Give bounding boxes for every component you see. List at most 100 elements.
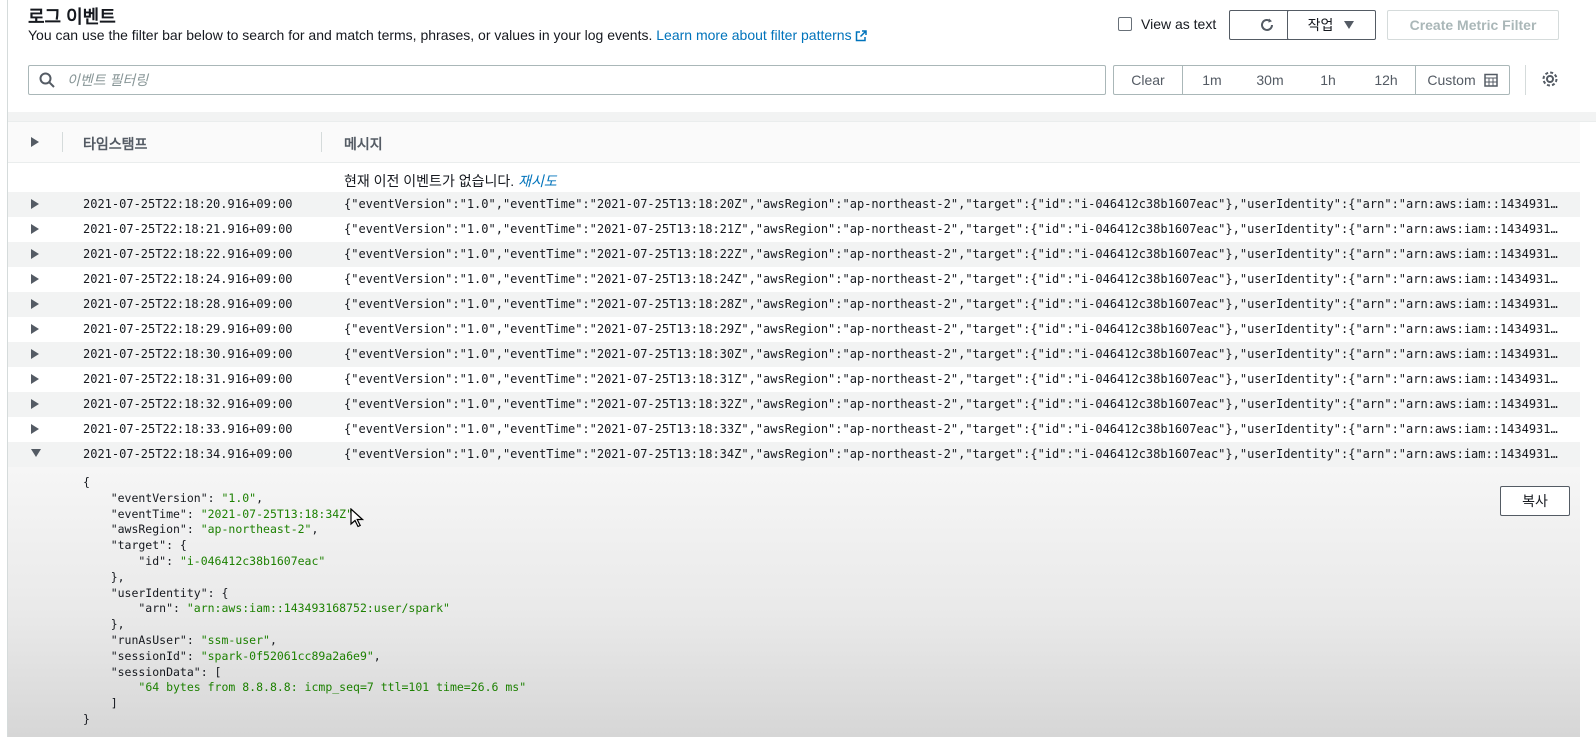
json-line: "eventTime": "2021-07-25T13:18:34Z", [83,507,526,523]
column-divider [321,132,322,152]
json-token: "userIdentity": { [83,585,229,600]
json-string-value: "ssm-user" [200,632,270,647]
event-filter-input[interactable] [65,71,1105,89]
notice-text: 현재 이전 이벤트가 없습니다. [344,173,515,189]
learn-more-link[interactable]: Learn more about filter patterns [656,27,867,43]
json-token: }, [83,569,125,584]
row-message: {"eventVersion":"1.0","eventTime":"2021-… [344,247,1564,261]
expand-all-icon[interactable] [31,137,39,147]
json-line: "eventVersion": "1.0", [83,491,526,507]
json-line: { [83,475,526,491]
copy-button[interactable]: 복사 [1500,486,1570,516]
custom-range-label: Custom [1427,72,1476,88]
json-token: "sessionId": [83,648,201,663]
column-header-message[interactable]: 메시지 [344,134,383,154]
description-text: You can use the filter bar below to sear… [28,27,653,43]
retry-link[interactable]: 재시도 [518,173,557,189]
table-row[interactable]: 2021-07-25T22:18:20.916+09:00 {"eventVers… [8,192,1580,217]
json-token: , [311,522,319,537]
time-range-selector: Clear 1m 30m 1h 12h Custom [1113,65,1510,95]
json-line: "runAsUser": "ssm-user", [83,633,526,649]
actions-label: 작업 [1307,17,1334,33]
json-line: "target": { [83,538,526,554]
event-json: { "eventVersion": "1.0", "eventTime": "2… [83,475,526,728]
row-timestamp: 2021-07-25T22:18:24.916+09:00 [83,272,293,286]
json-string-value: "arn:aws:iam::143493168752:user/spark" [186,601,450,616]
expand-row-icon[interactable] [31,349,39,359]
custom-range-button[interactable]: Custom [1415,66,1509,94]
table-row[interactable]: 2021-07-25T22:18:24.916+09:00 {"eventVers… [8,267,1580,292]
expand-row-icon[interactable] [31,399,39,409]
row-timestamp: 2021-07-25T22:18:32.916+09:00 [83,397,293,411]
json-string-value: "1.0" [221,490,257,505]
event-filter-search[interactable] [28,65,1106,95]
json-line: "sessionData": [ [83,665,526,681]
row-message: {"eventVersion":"1.0","eventTime":"2021-… [344,372,1564,386]
table-row[interactable]: 2021-07-25T22:18:32.916+09:00 {"eventVers… [8,392,1580,417]
json-line: "64 bytes from 8.8.8.8: icmp_seq=7 ttl=1… [83,680,526,696]
row-message: {"eventVersion":"1.0","eventTime":"2021-… [344,222,1564,236]
table-row[interactable]: 2021-07-25T22:18:34.916+09:00 {"eventVers… [8,442,1580,467]
expand-row-icon[interactable] [31,374,39,384]
table-header: 타임스탬프 메시지 [8,122,1580,163]
expand-row-icon[interactable] [31,224,39,234]
view-as-text-toggle[interactable]: View as text [1118,16,1216,32]
row-message: {"eventVersion":"1.0","eventTime":"2021-… [344,322,1564,336]
row-timestamp: 2021-07-25T22:18:21.916+09:00 [83,222,293,236]
table-row[interactable]: 2021-07-25T22:18:31.916+09:00 {"eventVers… [8,367,1580,392]
table-row[interactable]: 2021-07-25T22:18:22.916+09:00 {"eventVers… [8,242,1580,267]
expand-row-icon[interactable] [31,249,39,259]
json-token: "eventTime": [83,506,201,521]
json-token: "sessionData": [ [83,664,222,679]
json-token: , [373,648,381,663]
column-header-timestamp[interactable]: 타임스탬프 [83,134,147,154]
expand-row-icon[interactable] [31,199,39,209]
view-as-text-label: View as text [1141,16,1217,32]
table-row[interactable]: 2021-07-25T22:18:21.916+09:00 {"eventVers… [8,217,1580,242]
learn-more-label: Learn more about filter patterns [656,27,852,43]
expand-row-icon[interactable] [31,424,39,434]
range-12h-button[interactable]: 12h [1357,66,1415,94]
json-token: "arn": [83,601,187,616]
row-timestamp: 2021-07-25T22:18:31.916+09:00 [83,372,293,386]
json-line: } [83,712,526,728]
search-icon [39,72,55,88]
row-message: {"eventVersion":"1.0","eventTime":"2021-… [344,347,1564,361]
row-timestamp: 2021-07-25T22:18:29.916+09:00 [83,322,293,336]
expand-row-icon[interactable] [31,324,39,334]
row-timestamp: 2021-07-25T22:18:33.916+09:00 [83,422,293,436]
expand-row-icon[interactable] [31,274,39,284]
json-token: "id": [83,553,180,568]
json-line: "arn": "arn:aws:iam::143493168752:user/s… [83,601,526,617]
json-string-value: "2021-07-25T13:18:34Z" [200,506,354,521]
range-30m-button[interactable]: 30m [1241,66,1299,94]
table-row[interactable]: 2021-07-25T22:18:29.916+09:00 {"eventVers… [8,317,1580,342]
json-line: "awsRegion": "ap-northeast-2", [83,522,526,538]
table-row[interactable]: 2021-07-25T22:18:33.916+09:00 {"eventVers… [8,417,1580,442]
range-1m-button[interactable]: 1m [1183,66,1241,94]
json-line: }, [83,570,526,586]
collapse-row-icon[interactable] [31,449,41,457]
row-message: {"eventVersion":"1.0","eventTime":"2021-… [344,447,1564,461]
json-string-value: "64 bytes from 8.8.8.8: icmp_seq=7 ttl=1… [138,680,527,695]
page-description: You can use the filter bar below to sear… [28,27,867,43]
json-token: }, [83,617,125,632]
clear-range-button[interactable]: Clear [1114,66,1183,94]
actions-dropdown-button[interactable]: 작업 [1287,10,1376,40]
view-as-text-checkbox[interactable] [1118,17,1132,31]
json-token: ] [83,696,118,711]
expand-row-icon[interactable] [31,299,39,309]
table-row[interactable]: 2021-07-25T22:18:30.916+09:00 {"eventVers… [8,342,1580,367]
row-message: {"eventVersion":"1.0","eventTime":"2021-… [344,272,1564,286]
external-link-icon [855,30,867,42]
row-timestamp: 2021-07-25T22:18:34.916+09:00 [83,447,293,461]
table-row[interactable]: 2021-07-25T22:18:28.916+09:00 {"eventVers… [8,292,1580,317]
expanded-event-detail: { "eventVersion": "1.0", "eventTime": "2… [8,467,1580,737]
json-token: , [269,632,277,647]
create-metric-filter-button[interactable]: Create Metric Filter [1387,10,1559,40]
range-1h-button[interactable]: 1h [1299,66,1357,94]
row-message: {"eventVersion":"1.0","eventTime":"2021-… [344,297,1564,311]
settings-gear-icon[interactable] [1541,70,1559,93]
log-event-rows: 2021-07-25T22:18:20.916+09:00 {"eventVers… [8,192,1580,467]
